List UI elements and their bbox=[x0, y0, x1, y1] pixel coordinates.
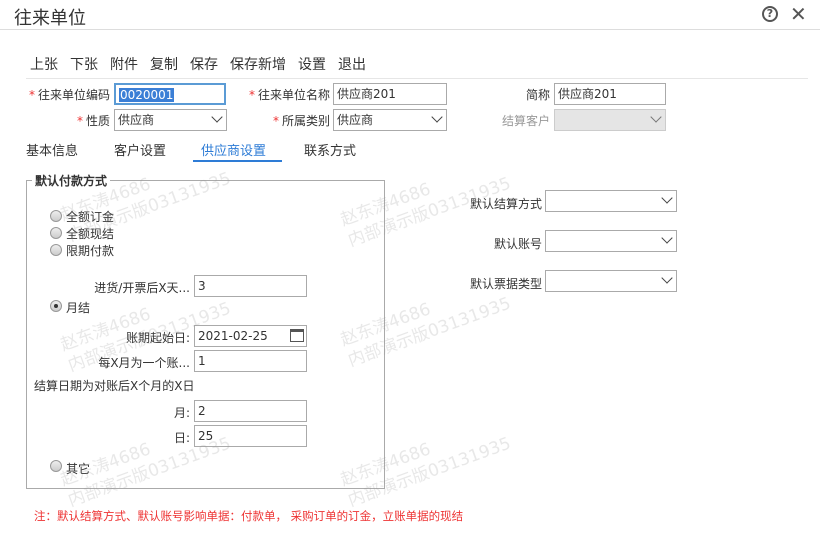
radio-full-cash[interactable] bbox=[50, 227, 62, 239]
days-input[interactable]: 3 bbox=[194, 275, 307, 297]
account-label: 默认账号 bbox=[493, 237, 542, 251]
name-input[interactable]: 供应商201 bbox=[333, 83, 447, 105]
exit-button[interactable]: 退出 bbox=[338, 54, 366, 74]
chevron-down-icon bbox=[431, 111, 443, 123]
window-title: 往来单位 bbox=[14, 8, 86, 29]
chevron-down-icon bbox=[650, 111, 662, 123]
nature-label: * 性质 bbox=[76, 114, 110, 128]
chevron-down-icon bbox=[211, 111, 223, 123]
tab-basic-info[interactable]: 基本信息 bbox=[26, 140, 78, 159]
category-select[interactable]: 供应商 bbox=[333, 109, 447, 131]
day-input[interactable]: 25 bbox=[194, 425, 307, 447]
save-button[interactable]: 保存 bbox=[190, 54, 218, 74]
payment-method-legend: 默认付款方式 bbox=[32, 172, 111, 189]
per-months-input[interactable]: 1 bbox=[194, 350, 307, 372]
radio-other[interactable] bbox=[50, 460, 62, 472]
code-input[interactable]: 0020001 bbox=[114, 83, 226, 105]
save-new-button[interactable]: 保存新增 bbox=[230, 54, 286, 74]
chevron-down-icon bbox=[661, 232, 673, 244]
calendar-icon[interactable] bbox=[290, 329, 304, 342]
chevron-down-icon bbox=[661, 192, 673, 204]
settle-method-label: 默认结算方式 bbox=[469, 197, 542, 211]
days-label: 进货/开票后X天... bbox=[94, 281, 190, 295]
settle-method-select[interactable] bbox=[545, 190, 677, 212]
bill-type-select[interactable] bbox=[545, 270, 677, 292]
full-cash-label: 全额现结 bbox=[66, 227, 115, 241]
bill-type-label: 默认票据类型 bbox=[469, 277, 542, 291]
tab-customer-settings[interactable]: 客户设置 bbox=[114, 140, 166, 159]
attachment-button[interactable]: 附件 bbox=[110, 54, 138, 74]
toolbar: 上张 下张 附件 复制 保存 保存新增 设置 退出 bbox=[30, 54, 378, 74]
active-tab-indicator bbox=[193, 160, 282, 162]
settle-customer-label: 结算客户 bbox=[501, 114, 550, 128]
nature-value: 供应商 bbox=[118, 113, 155, 127]
month-input[interactable]: 2 bbox=[194, 400, 307, 422]
tab-contact-info[interactable]: 联系方式 bbox=[304, 140, 356, 159]
copy-button[interactable]: 复制 bbox=[150, 54, 178, 74]
header-divider bbox=[0, 29, 820, 30]
help-icon[interactable]: ? bbox=[762, 6, 778, 22]
settle-rule-text: 结算日期为对账后X个月的X日 bbox=[34, 379, 195, 393]
full-order-label: 全额订金 bbox=[66, 210, 115, 224]
per-months-label: 每X月为一个账... bbox=[98, 356, 190, 370]
limited-payment-label: 限期付款 bbox=[66, 244, 115, 258]
account-select[interactable] bbox=[545, 230, 677, 252]
radio-full-order[interactable] bbox=[50, 210, 62, 222]
period-start-label: 账期起始日: bbox=[125, 331, 190, 345]
footer-note: 注：默认结算方式、默认账号影响单据：付款单， 采购订单的订金，立账单据的现结 bbox=[34, 509, 464, 523]
nature-select[interactable]: 供应商 bbox=[114, 109, 227, 131]
tab-supplier-settings[interactable]: 供应商设置 bbox=[201, 140, 266, 159]
code-label: * 往来单位编码 bbox=[28, 88, 110, 102]
settings-button[interactable]: 设置 bbox=[298, 54, 326, 74]
chevron-down-icon bbox=[661, 272, 673, 284]
monthly-label: 月结 bbox=[66, 301, 91, 315]
category-label: * 所属类别 bbox=[272, 114, 330, 128]
month-label: 月: bbox=[173, 406, 190, 420]
name-label: * 往来单位名称 bbox=[248, 88, 330, 102]
day-label: 日: bbox=[173, 431, 190, 445]
radio-monthly[interactable] bbox=[50, 300, 62, 312]
short-name-label: 简称 bbox=[525, 88, 550, 102]
radio-limited-payment[interactable] bbox=[50, 244, 62, 256]
category-value: 供应商 bbox=[337, 113, 374, 127]
close-icon[interactable]: ✕ bbox=[790, 2, 807, 26]
other-label: 其它 bbox=[66, 462, 91, 476]
settle-customer-select bbox=[554, 109, 666, 131]
next-button[interactable]: 下张 bbox=[70, 54, 98, 74]
period-start-value: 2021-02-25 bbox=[198, 329, 268, 343]
short-name-input[interactable]: 供应商201 bbox=[554, 83, 666, 105]
prev-button[interactable]: 上张 bbox=[30, 54, 58, 74]
toolbar-divider bbox=[26, 78, 808, 79]
